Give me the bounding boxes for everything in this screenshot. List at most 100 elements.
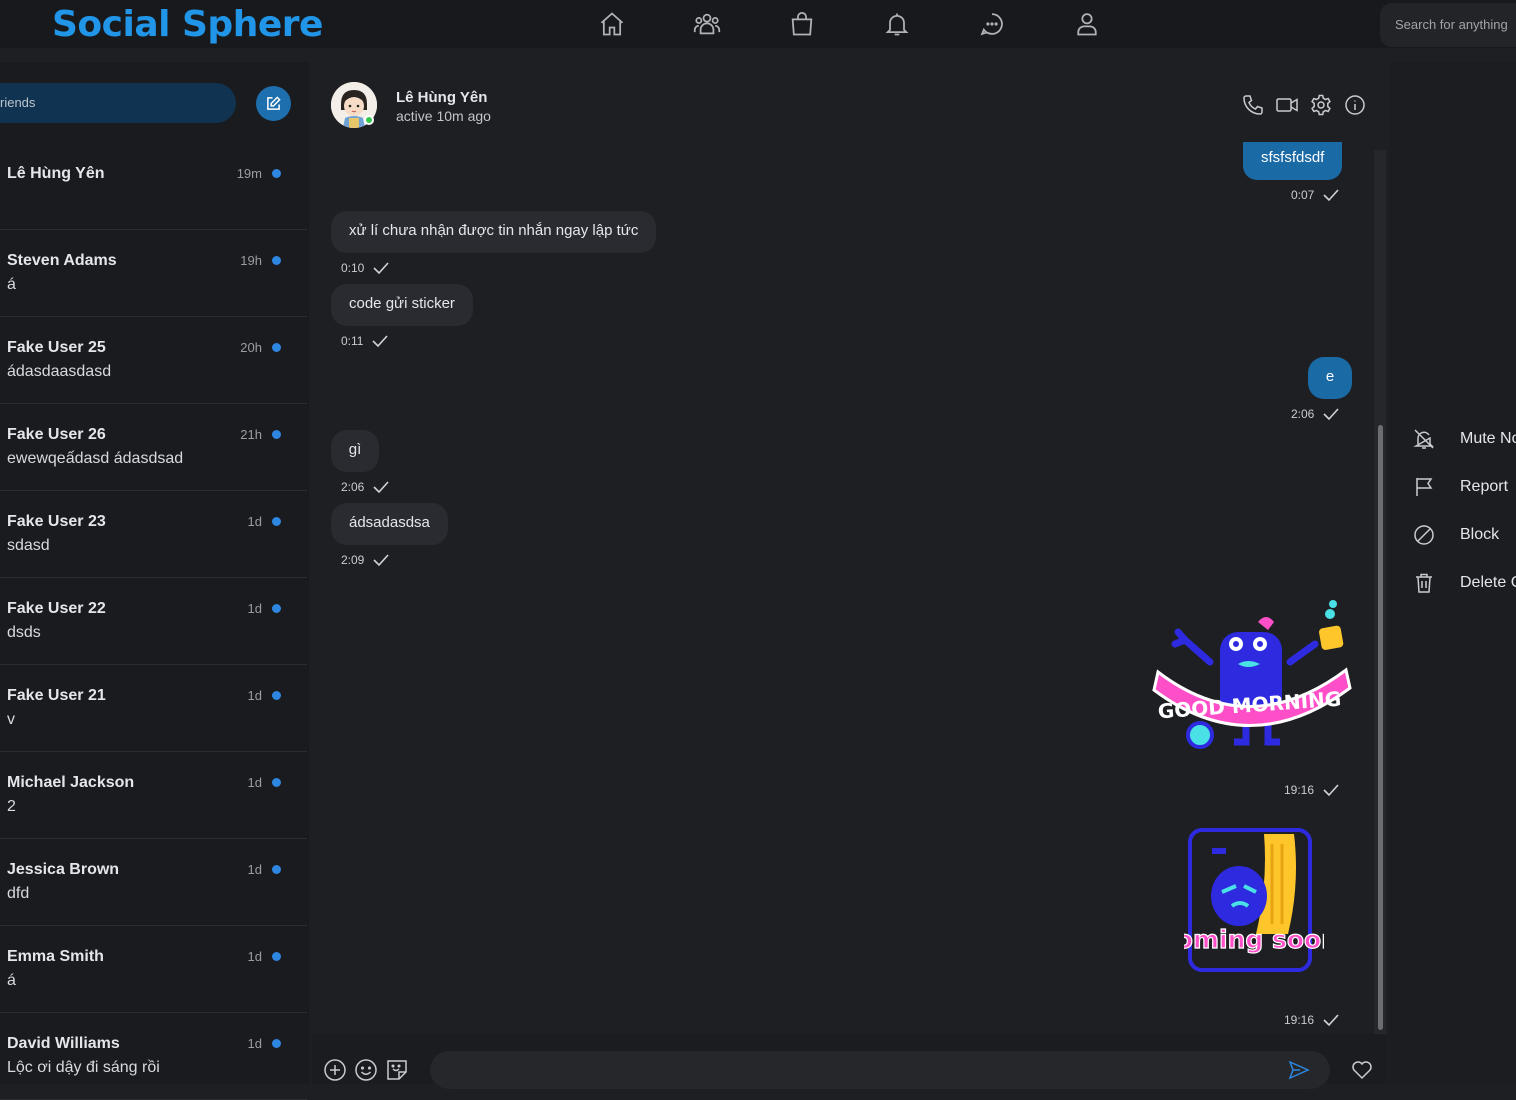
sticker-coming-soon[interactable]: coming soon xyxy=(1160,824,1340,989)
conversation-item[interactable]: Fake User 26 ewewqeấdasd ádasdsad 21h xyxy=(0,404,307,491)
sticker-icon[interactable] xyxy=(385,1058,409,1082)
flag-icon xyxy=(1416,478,1433,496)
unread-dot xyxy=(272,256,281,265)
chat-options-panel: Mute No Report Block Delete C xyxy=(1389,62,1516,1084)
message-time: 2:06 xyxy=(1291,407,1315,421)
conversation-item[interactable]: Emma Smith á 1d xyxy=(0,926,307,1013)
bell-icon[interactable] xyxy=(883,10,911,38)
conversation-name: Jessica Brown xyxy=(7,861,120,878)
send-icon[interactable] xyxy=(1287,1058,1311,1082)
conversation-item[interactable]: Lê Hùng Yên 19m xyxy=(0,143,307,230)
conversation-item[interactable]: Jessica Brown dfd 1d xyxy=(0,839,307,926)
conversation-name: Fake User 22 xyxy=(7,600,106,617)
conversation-item[interactable]: Fake User 25 ádasdaasdasd 20h xyxy=(0,317,307,404)
conversation-time: 1d xyxy=(247,514,262,529)
conversation-time: 1d xyxy=(247,1036,262,1051)
scrollbar-thumb[interactable] xyxy=(1378,425,1383,1030)
global-search-input[interactable]: Search for anything xyxy=(1380,3,1516,47)
conversation-time: 1d xyxy=(247,775,262,790)
conversation-time: 1d xyxy=(247,862,262,877)
online-status-indicator xyxy=(364,115,374,125)
trash-icon xyxy=(1416,573,1432,593)
chat-panel: Lê Hùng Yên active 10m ago sfsfsfdsdf 0:… xyxy=(312,62,1388,1084)
action-label: Report xyxy=(1460,478,1509,495)
chat-scrollbar[interactable] xyxy=(1374,150,1386,1035)
friend-search-input[interactable]: riends xyxy=(0,83,236,123)
conversation-preview: dfd xyxy=(7,885,30,902)
conversation-time: 19m xyxy=(236,166,262,181)
conversation-name: Fake User 21 xyxy=(7,687,106,704)
conversation-name: Steven Adams xyxy=(7,252,117,269)
message-time: 0:07 xyxy=(1291,188,1315,202)
message-bubble-outgoing[interactable]: e xyxy=(1308,357,1352,399)
video-call-icon[interactable] xyxy=(1275,93,1299,117)
settings-gear-icon[interactable] xyxy=(1309,93,1333,117)
conversation-list-panel: riends Lê Hùng Yên 19m Steven Adams á 19h Fak… xyxy=(0,62,309,1100)
conversation-name: Fake User 23 xyxy=(7,513,106,530)
conversation-time: 1d xyxy=(247,601,262,616)
action-label: Block xyxy=(1460,526,1500,543)
delete-conversation-button[interactable]: Delete C xyxy=(1389,563,1516,603)
chat-icon[interactable] xyxy=(978,10,1006,38)
unread-dot xyxy=(272,952,281,961)
phone-call-icon[interactable] xyxy=(1241,93,1265,117)
unread-dot xyxy=(272,430,281,439)
message-bubble-incoming[interactable]: code gửi sticker xyxy=(331,284,473,326)
conversation-name: Michael Jackson xyxy=(7,774,135,791)
conversation-item[interactable]: Fake User 21 v 1d xyxy=(0,665,307,752)
friends-icon[interactable] xyxy=(693,10,721,38)
conversation-item[interactable]: David Williams Lộc ơi dậy đi sáng rồi 1d xyxy=(0,1013,307,1100)
report-button[interactable]: Report xyxy=(1389,467,1516,507)
shop-icon[interactable] xyxy=(788,10,816,38)
conversation-time: 21h xyxy=(240,427,262,442)
unread-dot xyxy=(272,517,281,526)
conversation-item[interactable]: Fake User 22 dsds 1d xyxy=(0,578,307,665)
message-time: 2:06 xyxy=(341,480,365,494)
action-label: Delete C xyxy=(1460,574,1516,591)
chat-header: Lê Hùng Yên active 10m ago xyxy=(312,62,1388,148)
conversation-name: Lê Hùng Yên xyxy=(7,165,105,182)
message-input[interactable] xyxy=(430,1051,1330,1089)
add-attachment-icon[interactable] xyxy=(323,1058,347,1082)
message-meta: 19:16 xyxy=(1284,1013,1340,1027)
conversation-time: 1d xyxy=(247,949,262,964)
info-icon[interactable] xyxy=(1343,93,1367,117)
conversation-name: Fake User 25 xyxy=(7,339,106,356)
profile-icon[interactable] xyxy=(1073,10,1101,38)
app-logo[interactable]: Social Sphere xyxy=(52,4,323,45)
read-check-icon xyxy=(373,262,389,275)
message-meta: 0:10 xyxy=(341,261,390,275)
conversation-preview: 2 xyxy=(7,798,16,815)
message-time: 0:11 xyxy=(341,334,364,348)
block-icon xyxy=(1414,525,1434,545)
heart-icon[interactable] xyxy=(1350,1058,1374,1082)
conversation-preview: ádasdaasdasd xyxy=(7,363,112,380)
contact-name[interactable]: Lê Hùng Yên xyxy=(396,89,487,106)
unread-dot xyxy=(272,1039,281,1048)
conversation-item[interactable]: Fake User 23 sdasd 1d xyxy=(0,491,307,578)
sticker-good-morning[interactable]: GOOD MORNING xyxy=(1150,592,1355,757)
message-bubble-incoming[interactable]: ádsadasdsa xyxy=(331,503,448,545)
action-label: Mute No xyxy=(1460,430,1516,447)
top-bar: Social Sphere Search for anything xyxy=(0,0,1516,48)
new-message-button[interactable] xyxy=(256,86,291,121)
mute-notifications-button[interactable]: Mute No xyxy=(1389,419,1516,459)
conversation-name: Emma Smith xyxy=(7,948,104,965)
conversation-preview: á xyxy=(7,276,16,293)
block-button[interactable]: Block xyxy=(1389,515,1516,555)
conversation-item[interactable]: Steven Adams á 19h xyxy=(0,230,307,317)
message-bubble-outgoing[interactable]: sfsfsfdsdf xyxy=(1243,142,1343,180)
message-meta: 0:07 xyxy=(1291,188,1340,202)
conversation-time: 1d xyxy=(247,688,262,703)
message-composer xyxy=(312,1034,1388,1089)
emoji-icon[interactable] xyxy=(354,1058,378,1082)
message-bubble-incoming[interactable]: gì xyxy=(331,430,379,472)
read-check-icon xyxy=(1323,784,1339,797)
conversation-item[interactable]: Michael Jackson 2 1d xyxy=(0,752,307,839)
conversation-preview: á xyxy=(7,972,16,989)
home-icon[interactable] xyxy=(598,10,626,38)
message-bubble-incoming[interactable]: xử lí chưa nhận được tin nhắn ngay lập t… xyxy=(331,211,657,253)
conversation-preview: v xyxy=(7,711,15,728)
unread-dot xyxy=(272,691,281,700)
conversation-name: Fake User 26 xyxy=(7,426,106,443)
